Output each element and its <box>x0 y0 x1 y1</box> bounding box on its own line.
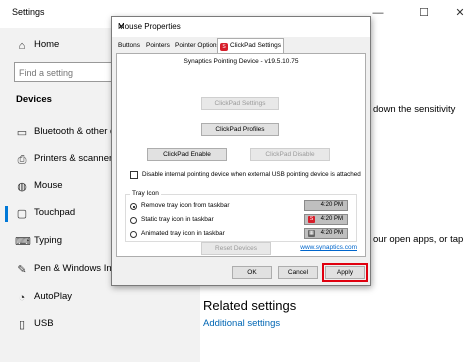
tray-time: 4:20 PM <box>320 216 343 222</box>
sensitivity-text: down the sensitivity <box>373 104 456 115</box>
dialog-titlebar: Mouse Properties ✕ <box>112 17 370 37</box>
minimize-button[interactable]: — <box>368 4 388 22</box>
sidebar-item-label: Home <box>34 39 60 50</box>
search-box[interactable]: ⌕ <box>14 62 126 82</box>
touchpad-icon: ▢ <box>16 208 28 220</box>
sidebar-item-label: Typing <box>34 235 62 246</box>
sidebar-item-label: Bluetooth & other de <box>34 126 121 137</box>
printer-icon: ⎙ <box>17 154 27 166</box>
radio-animated-tray-icon[interactable] <box>130 231 137 238</box>
home-icon: ⌂ <box>18 40 26 52</box>
clickpad-settings-button[interactable]: ClickPad Settings <box>201 97 279 110</box>
sidebar-item-label: Touchpad <box>34 207 76 218</box>
synaptics-link[interactable]: www.synaptics.com <box>300 244 357 251</box>
radio-static-tray-icon[interactable] <box>130 217 137 224</box>
clickpad-enable-button[interactable]: ClickPad Enable <box>147 148 227 161</box>
sidebar-item-label: USB <box>34 318 54 329</box>
additional-settings-link[interactable]: Additional settings <box>203 318 280 329</box>
tab-clickpad-settings[interactable]: S ClickPad Settings <box>217 38 284 53</box>
radio-label: Remove tray icon from taskbar <box>141 202 230 209</box>
keyboard-icon: ⌨ <box>15 236 31 248</box>
sidebar-item-label: Mouse <box>34 180 63 191</box>
search-input[interactable] <box>19 66 109 79</box>
dialog-close-button[interactable]: ✕ <box>118 22 366 31</box>
reset-devices-button[interactable]: Reset Devices <box>201 242 271 255</box>
tray-time: 4:20 PM <box>320 230 343 236</box>
tray-time: 4:20 PM <box>320 202 343 208</box>
tab-label: ClickPad Settings <box>230 42 281 49</box>
cancel-button[interactable]: Cancel <box>278 266 318 279</box>
mouse-properties-dialog: Mouse Properties ✕ Buttons Pointers Poin… <box>111 16 371 286</box>
tab-pointers[interactable]: Pointers <box>144 39 172 53</box>
settings-title: Settings <box>12 7 45 17</box>
related-settings-heading: Related settings <box>203 298 297 313</box>
section-heading-devices: Devices <box>16 94 52 105</box>
tab-buttons[interactable]: Buttons <box>116 39 142 53</box>
clickpad-profiles-button[interactable]: ClickPad Profiles <box>201 123 279 136</box>
sidebar-item-label: AutoPlay <box>34 291 73 302</box>
sidebar-item-usb[interactable]: ▯ USB <box>0 313 200 337</box>
bluetooth-icon: ▭ <box>16 127 28 139</box>
mouse-icon: ◍ <box>17 181 27 193</box>
tray-preview-static: S 4:20 PM <box>304 214 348 225</box>
clickpad-disable-button[interactable]: ClickPad Disable <box>250 148 330 161</box>
sidebar-item-autoplay[interactable]: ◔ AutoPlay <box>0 286 200 310</box>
pen-icon: ✎ <box>17 264 27 276</box>
usb-icon: ▯ <box>18 319 26 331</box>
maximize-button[interactable]: ☐ <box>414 4 434 22</box>
tray-icon-group: Tray Icon Remove tray icon from taskbar … <box>125 190 357 242</box>
tray-icon-group-label: Tray Icon <box>130 190 161 197</box>
tab-pointer-options[interactable]: Pointer Options <box>173 39 222 53</box>
ok-button[interactable]: OK <box>232 266 272 279</box>
clickpad-settings-panel: Synaptics Pointing Device - v19.5.10.75 … <box>116 53 366 257</box>
radio-label: Animated tray icon in taskbar <box>141 230 225 237</box>
synaptics-icon: S <box>220 43 228 51</box>
tray-preview-remove: 4:20 PM <box>304 200 348 211</box>
radio-label: Static tray icon in taskbar <box>141 216 214 223</box>
open-apps-text: our open apps, or tap <box>373 234 464 245</box>
animated-tray-icon: ▦ <box>308 230 315 237</box>
sidebar-item-label: Pen & Windows Ink <box>34 263 117 274</box>
disable-internal-checkbox[interactable] <box>130 171 138 179</box>
sidebar-item-label: Printers & scanners <box>34 153 117 164</box>
close-button[interactable]: ✕ <box>450 4 470 22</box>
radio-remove-tray-icon[interactable] <box>130 203 137 210</box>
disable-internal-label: Disable internal pointing device when ex… <box>142 171 361 178</box>
synaptics-tray-icon: S <box>308 216 315 223</box>
device-name: Synaptics Pointing Device - v19.5.10.75 <box>183 58 299 65</box>
autoplay-icon: ◔ <box>18 292 26 304</box>
tray-preview-animated: ▦ 4:20 PM <box>304 228 348 239</box>
apply-button[interactable]: Apply <box>322 263 368 282</box>
